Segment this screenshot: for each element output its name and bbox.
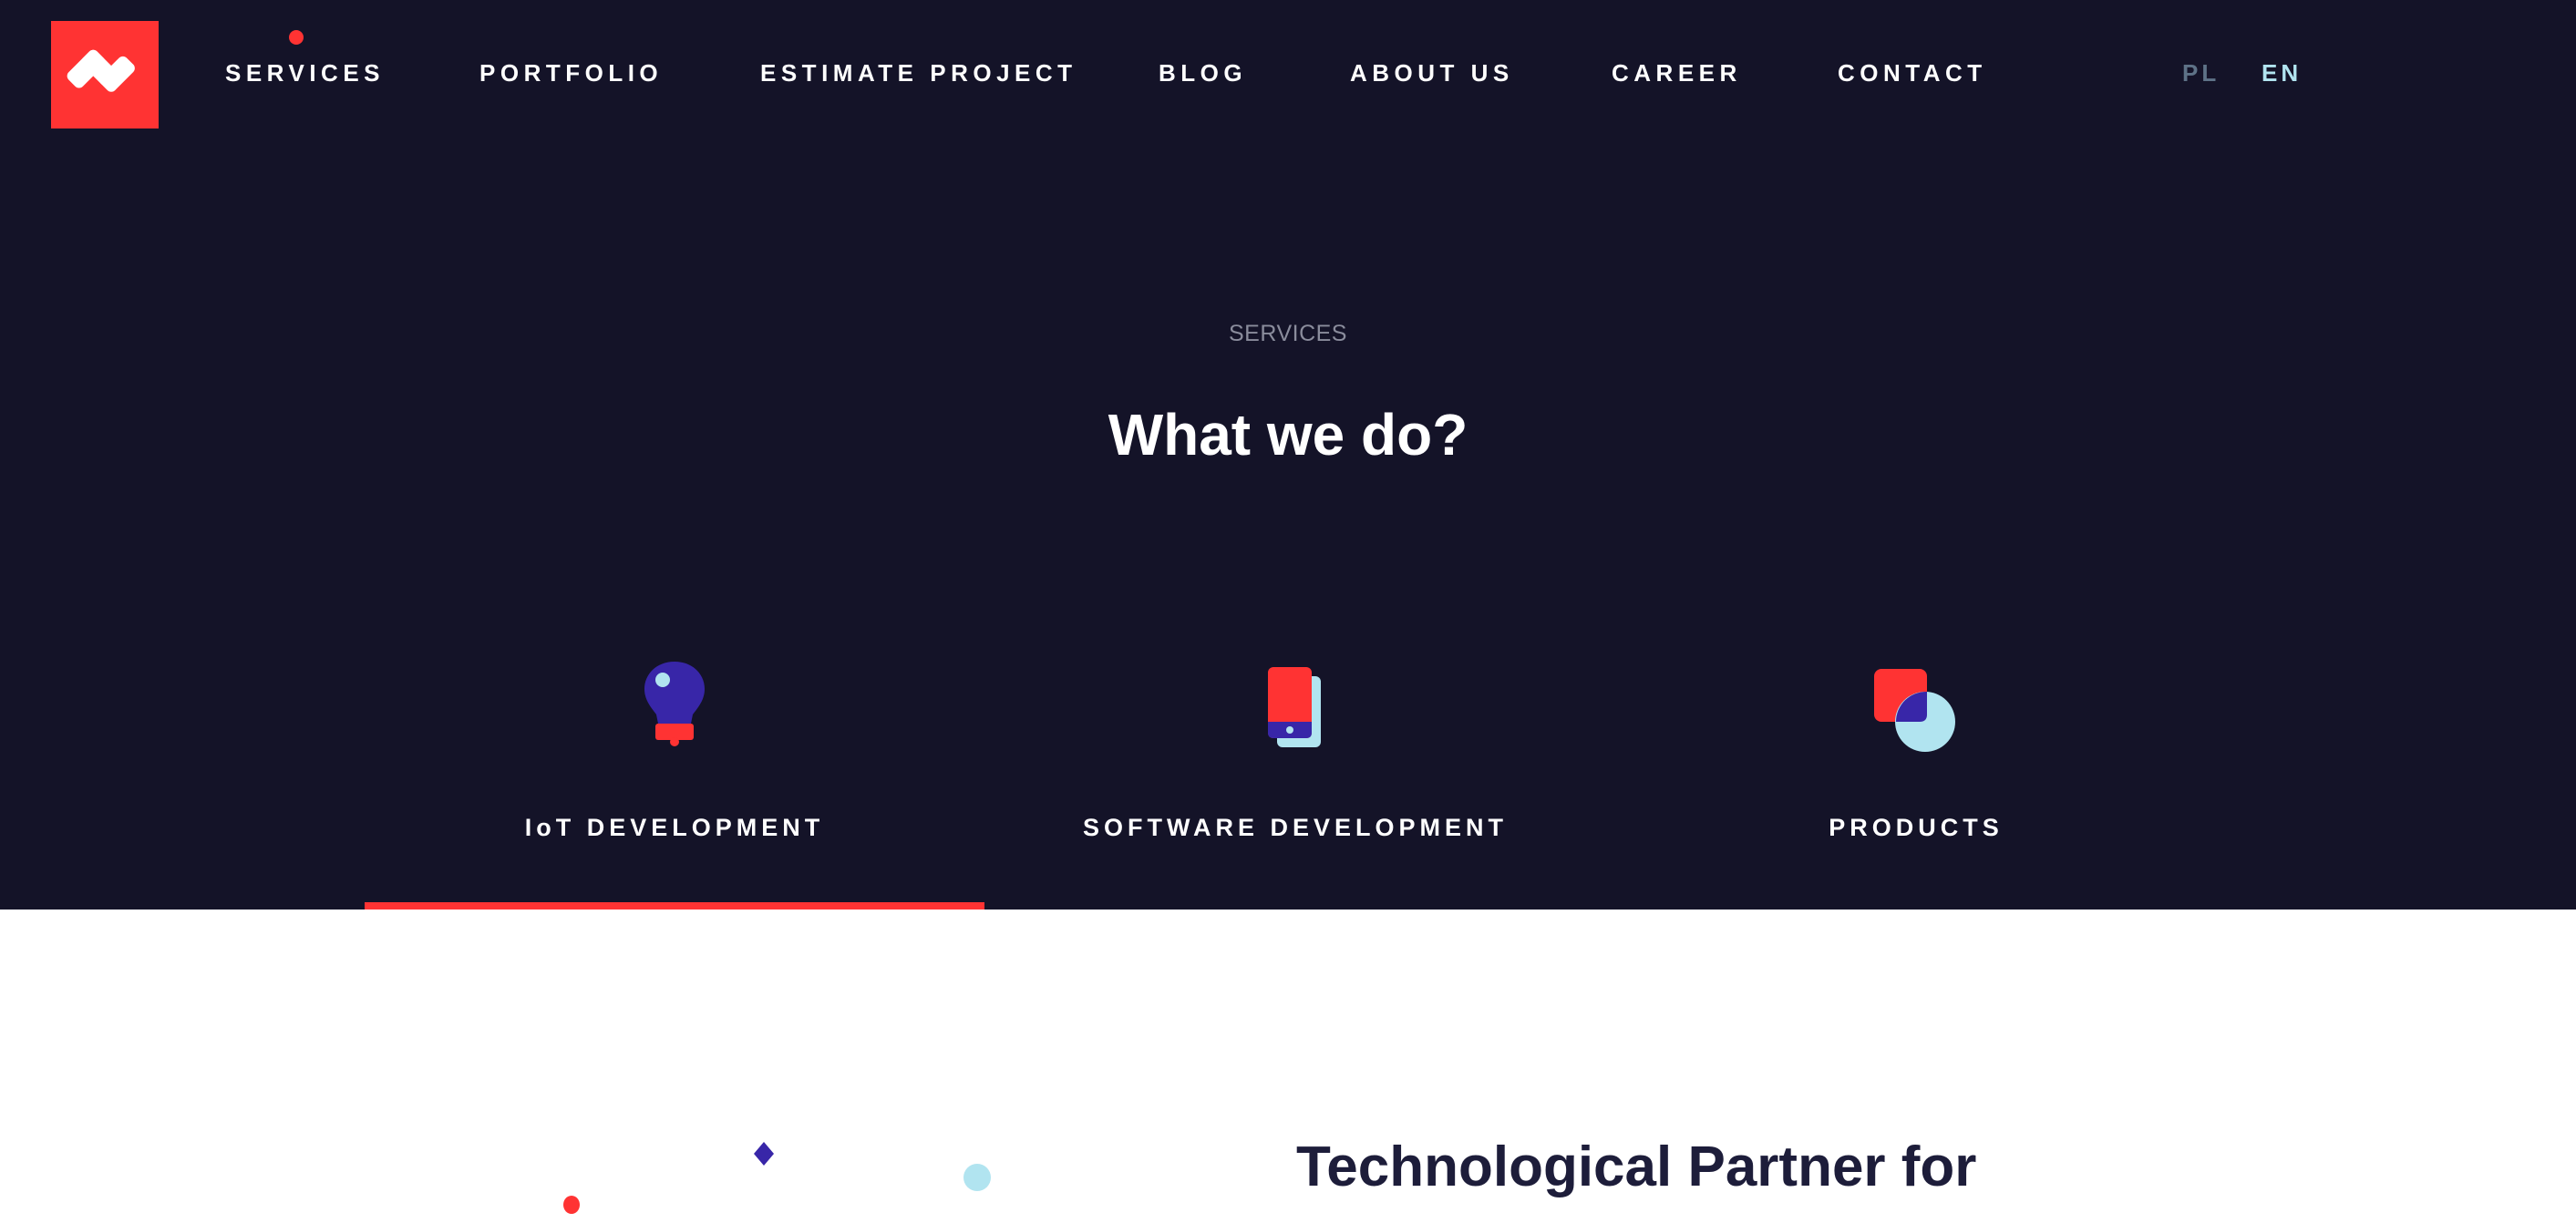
nav-contact[interactable]: CONTACT bbox=[1838, 58, 1987, 87]
content-heading: Technological Partner for bbox=[1296, 1136, 1977, 1198]
tab-software-development-label: SOFTWARE DEVELOPMENT bbox=[1082, 814, 1509, 841]
tab-iot-development[interactable] bbox=[365, 638, 984, 910]
section-eyebrow: SERVICES bbox=[1229, 321, 1347, 346]
tab-products[interactable] bbox=[1606, 638, 2226, 910]
language-en[interactable]: EN bbox=[2262, 58, 2302, 87]
language-pl[interactable]: PL bbox=[2182, 58, 2220, 87]
nav-career[interactable]: CAREER bbox=[1612, 58, 1742, 87]
decorative-red-dot bbox=[563, 1196, 580, 1214]
decorative-light-blue-circle bbox=[963, 1164, 991, 1191]
logo-link[interactable] bbox=[51, 21, 159, 128]
nav-about-us[interactable]: ABOUT US bbox=[1350, 58, 1514, 87]
tab-products-label: PRODUCTS bbox=[1829, 814, 2004, 841]
active-nav-indicator bbox=[289, 30, 304, 45]
tab-iot-development-label: IoT DEVELOPMENT bbox=[524, 814, 825, 841]
nav-estimate-project[interactable]: ESTIMATE PROJECT bbox=[760, 58, 1077, 87]
section-title: What we do? bbox=[1108, 402, 1468, 468]
decorative-indigo-diamond bbox=[754, 1142, 774, 1166]
nav-blog[interactable]: BLOG bbox=[1159, 58, 1247, 87]
company-logo-icon bbox=[67, 49, 135, 92]
lightbulb-icon bbox=[644, 662, 705, 746]
smartphone-icon bbox=[1268, 667, 1321, 747]
nav-portfolio[interactable]: PORTFOLIO bbox=[479, 58, 663, 87]
shapes-icon bbox=[1874, 669, 1955, 752]
active-tab-underline bbox=[365, 902, 984, 910]
tab-software-development[interactable] bbox=[985, 638, 1605, 910]
nav-services[interactable]: SERVICES bbox=[225, 58, 385, 87]
